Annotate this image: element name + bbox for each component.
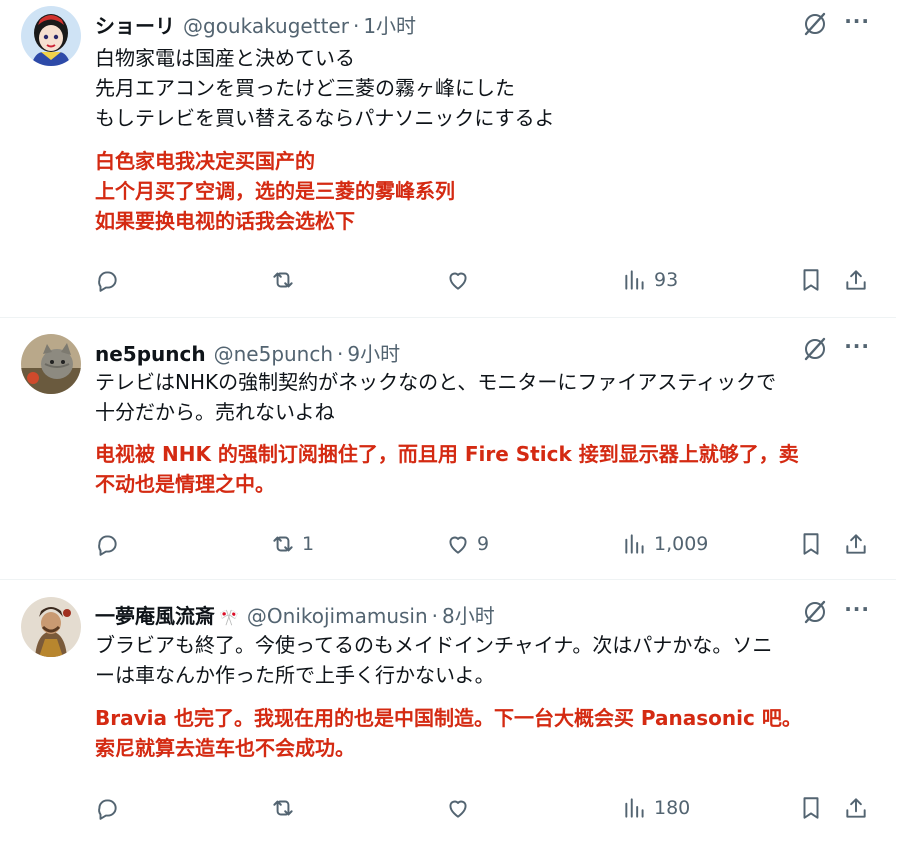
tweet-text: 白物家電は国産と決めている 先月エアコンを買ったけど三菱の霧ヶ峰にした もしテレ… bbox=[95, 43, 555, 133]
share-button[interactable] bbox=[843, 531, 869, 557]
reply-button[interactable] bbox=[94, 795, 126, 821]
translation-text: Bravia 也完了。我现在用的也是中国制造。下一台大概会买 Panasonic… bbox=[95, 703, 802, 763]
separator: · bbox=[431, 604, 439, 628]
timestamp[interactable]: 9小时 bbox=[347, 338, 400, 367]
user-handle[interactable]: @Onikojimamusin bbox=[247, 604, 428, 628]
translation-line: 上个月买了空调，选的是三菱的雾峰系列 bbox=[95, 179, 455, 203]
repost-button[interactable] bbox=[270, 795, 302, 821]
view-count: 1,009 bbox=[654, 533, 709, 555]
separator: · bbox=[352, 14, 360, 38]
text-line: テレビはNHKの強制契約がネックなのと、モニターにファイアスティックで bbox=[95, 370, 777, 394]
tweet[interactable]: 一夢庵風流斎 🎌 @Onikojimamusin · 8小时 ··· ブラビアも… bbox=[0, 580, 896, 847]
tweet-header: 一夢庵風流斎 🎌 @Onikojimamusin · 8小时 bbox=[95, 600, 495, 629]
translation-line: 白色家电我决定买国产的 bbox=[95, 149, 315, 173]
translation-text: 电视被 NHK 的强制订阅捆住了，而且用 Fire Stick 接到显示器上就够… bbox=[95, 439, 799, 499]
display-name[interactable]: 一夢庵風流斎 bbox=[95, 600, 215, 629]
reply-icon bbox=[98, 271, 117, 292]
bookmark-button[interactable] bbox=[798, 795, 824, 821]
reply-button[interactable] bbox=[94, 267, 126, 293]
action-bar: 1 9 1,009 bbox=[0, 531, 896, 561]
repost-icon bbox=[273, 272, 293, 288]
tweet-text: ブラビアも終了。今使ってるのもメイドインチャイナ。次はパナかな。ソニ ーは車なん… bbox=[95, 630, 772, 690]
text-line: ーは車なんか作った所で上手く行かないよ。 bbox=[95, 663, 495, 687]
share-button[interactable] bbox=[843, 795, 869, 821]
text-line: 十分だから。売れないよね bbox=[95, 400, 335, 424]
translation-line: Bravia 也完了。我现在用的也是中国制造。下一台大概会买 Panasonic… bbox=[95, 706, 802, 730]
tweet[interactable]: ne5punch @ne5punch · 9小时 ··· テレビはNHKの強制契… bbox=[0, 318, 896, 580]
text-line: ブラビアも終了。今使ってるのもメイドインチャイナ。次はパナかな。ソニ bbox=[95, 633, 773, 657]
share-icon bbox=[846, 534, 866, 554]
user-handle[interactable]: @ne5punch bbox=[214, 342, 333, 366]
reply-icon bbox=[98, 535, 117, 556]
repost-icon bbox=[273, 536, 293, 552]
user-handle[interactable]: @goukakugetter bbox=[183, 14, 349, 38]
avatar[interactable] bbox=[21, 597, 81, 657]
like-button[interactable] bbox=[445, 795, 477, 821]
bookmark-button[interactable] bbox=[798, 267, 824, 293]
repost-button[interactable] bbox=[270, 267, 302, 293]
like-button[interactable]: 9 bbox=[445, 531, 489, 557]
share-button[interactable] bbox=[843, 267, 869, 293]
tweet-header: ショーリ @goukakugetter · 1小时 bbox=[95, 10, 416, 39]
like-icon bbox=[449, 800, 467, 818]
text-line: もしテレビを買い替えるならパナソニックにするよ bbox=[95, 106, 555, 130]
like-icon bbox=[449, 272, 467, 290]
reply-icon bbox=[98, 799, 117, 820]
grok-icon[interactable] bbox=[802, 336, 828, 362]
more-icon[interactable]: ··· bbox=[844, 9, 870, 33]
tweet-text: テレビはNHKの強制契約がネックなのと、モニターにファイアスティックで 十分だか… bbox=[95, 367, 776, 427]
text-line: 先月エアコンを買ったけど三菱の霧ヶ峰にした bbox=[95, 76, 515, 100]
bookmark-button[interactable] bbox=[798, 531, 824, 557]
repost-icon bbox=[273, 800, 293, 816]
like-button[interactable] bbox=[445, 267, 477, 293]
translation-line: 电视被 NHK 的强制订阅捆住了，而且用 Fire Stick 接到显示器上就够… bbox=[95, 442, 799, 466]
tweet[interactable]: ショーリ @goukakugetter · 1小时 ··· 白物家電は国産と決め… bbox=[0, 0, 896, 318]
action-bar: 180 bbox=[0, 795, 896, 825]
like-count: 9 bbox=[477, 533, 490, 555]
views-icon bbox=[625, 534, 644, 554]
repost-count: 1 bbox=[302, 533, 315, 555]
more-icon[interactable]: ··· bbox=[844, 597, 870, 621]
bookmark-icon bbox=[803, 797, 819, 819]
translation-line: 如果要换电视的话我会选松下 bbox=[95, 209, 355, 233]
grok-icon[interactable] bbox=[802, 599, 828, 625]
views-icon bbox=[625, 798, 644, 818]
timestamp[interactable]: 8小时 bbox=[442, 600, 495, 629]
avatar[interactable] bbox=[21, 334, 81, 394]
avatar[interactable] bbox=[21, 6, 81, 66]
flag-icon: 🎌 bbox=[219, 608, 239, 627]
tweet-header: ne5punch @ne5punch · 9小时 bbox=[95, 338, 400, 367]
view-count: 93 bbox=[654, 269, 679, 291]
bookmark-icon bbox=[803, 269, 819, 291]
timestamp[interactable]: 1小时 bbox=[363, 10, 416, 39]
display-name[interactable]: ne5punch bbox=[95, 342, 206, 366]
like-icon bbox=[449, 536, 467, 554]
translation-text: 白色家电我决定买国产的 上个月买了空调，选的是三菱的雾峰系列 如果要换电视的话我… bbox=[95, 146, 455, 236]
more-icon[interactable]: ··· bbox=[844, 334, 870, 358]
repost-button[interactable]: 1 bbox=[270, 531, 314, 557]
display-name[interactable]: ショーリ bbox=[95, 10, 175, 39]
text-line: 白物家電は国産と決めている bbox=[95, 46, 355, 70]
share-icon bbox=[846, 270, 866, 290]
separator: · bbox=[337, 342, 344, 366]
views-icon bbox=[625, 270, 644, 290]
translation-line: 不动也是情理之中。 bbox=[95, 472, 275, 496]
views-button[interactable]: 1,009 bbox=[622, 531, 708, 557]
grok-icon[interactable] bbox=[802, 11, 828, 37]
reply-button[interactable] bbox=[94, 531, 126, 557]
views-button[interactable]: 180 bbox=[622, 795, 690, 821]
share-icon bbox=[846, 798, 866, 818]
translation-line: 索尼就算去造车也不会成功。 bbox=[95, 736, 355, 760]
action-bar: 93 bbox=[0, 267, 896, 297]
view-count: 180 bbox=[654, 797, 691, 819]
bookmark-icon bbox=[803, 533, 819, 555]
views-button[interactable]: 93 bbox=[622, 267, 678, 293]
